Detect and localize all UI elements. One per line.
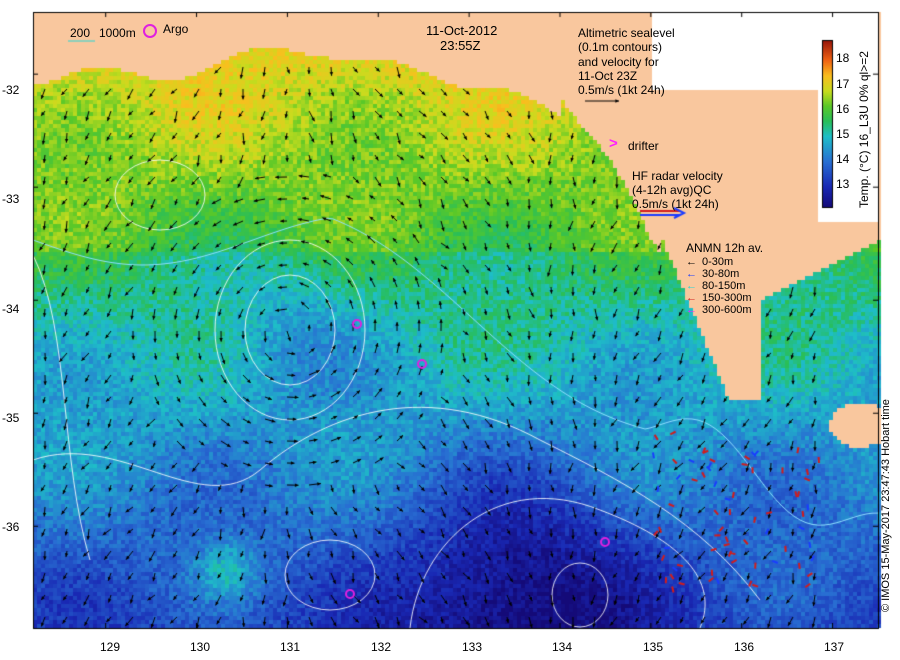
anmn-row-1: ← 30-80m (686, 268, 739, 280)
altimetry-line-4: 11-Oct 23Z (578, 69, 638, 83)
x-tick-label: 130 (189, 640, 211, 654)
anmn-arrow-icon: ← (686, 304, 697, 316)
x-tick-label: 132 (370, 640, 392, 654)
x-tick-label: 135 (642, 640, 664, 654)
altimetry-line-3: and velocity for (578, 55, 659, 69)
bathy-200-label: 200 (70, 26, 91, 40)
hf-radar-line-3: 0.5m/s (1kt 24h) (632, 197, 719, 211)
colorbar-tick: 16 (836, 102, 850, 116)
y-tick-label: -32 (2, 83, 20, 97)
hf-radar-line-1: HF radar velocity (632, 169, 723, 183)
sst-map-canvas (0, 0, 900, 660)
colorbar-tick: 18 (836, 51, 850, 65)
argo-icon (143, 24, 157, 38)
colorbar-tick: 15 (836, 127, 850, 141)
anmn-row-3: ← 150-300m (686, 292, 752, 304)
y-tick-label: -36 (2, 520, 20, 534)
argo-label: Argo (163, 22, 189, 36)
colorbar-tick: 13 (836, 177, 850, 191)
altimetry-line-1: Altimetric sealevel (578, 26, 675, 40)
drifter-icon: > (609, 135, 618, 152)
map-time: 23:55Z (440, 38, 481, 53)
drifter-label: drifter (628, 139, 659, 153)
anmn-row-label: 150-300m (702, 292, 752, 304)
y-tick-label: -34 (2, 302, 20, 316)
x-tick-label: 136 (733, 640, 755, 654)
colorbar-title: Temp. (°C) 16_L3U 0% ql>=2 (857, 51, 871, 208)
anmn-arrow-icon: ← (686, 280, 697, 292)
anmn-row-0: ← 0-30m (686, 256, 733, 268)
y-tick-label: -33 (2, 192, 20, 206)
anmn-row-label: 300-600m (702, 304, 752, 316)
imos-credit: © IMOS 15-May-2017 23:47:43 Hobart time (880, 399, 892, 612)
anmn-row-label: 80-150m (702, 280, 746, 292)
y-tick-label: -35 (2, 411, 20, 425)
anmn-arrow-icon: ← (686, 268, 697, 280)
bathy-1000-label: 1000m (99, 26, 136, 40)
colorbar-tick: 14 (836, 152, 850, 166)
x-tick-label: 129 (99, 640, 121, 654)
hf-radar-line-2: (4-12h avg)QC (632, 183, 712, 197)
anmn-row-2: ← 80-150m (686, 280, 745, 292)
x-tick-label: 137 (823, 640, 845, 654)
altimetry-line-2: (0.1m contours) (578, 40, 663, 54)
altimetry-line-5: 0.5m/s (1kt 24h) (578, 83, 665, 97)
anmn-row-label: 0-30m (702, 256, 734, 268)
anmn-arrow-icon: ← (686, 292, 697, 304)
anmn-arrow-icon: ← (686, 256, 697, 268)
x-tick-label: 131 (279, 640, 301, 654)
map-date: 11-Oct-2012 (426, 23, 498, 38)
colorbar-tick: 17 (836, 77, 850, 91)
x-tick-label: 134 (551, 640, 573, 654)
anmn-title: ANMN 12h av. (686, 241, 764, 255)
anmn-row-label: 30-80m (702, 268, 740, 280)
anmn-row-4: ← 300-600m (686, 304, 752, 316)
x-tick-label: 133 (461, 640, 483, 654)
